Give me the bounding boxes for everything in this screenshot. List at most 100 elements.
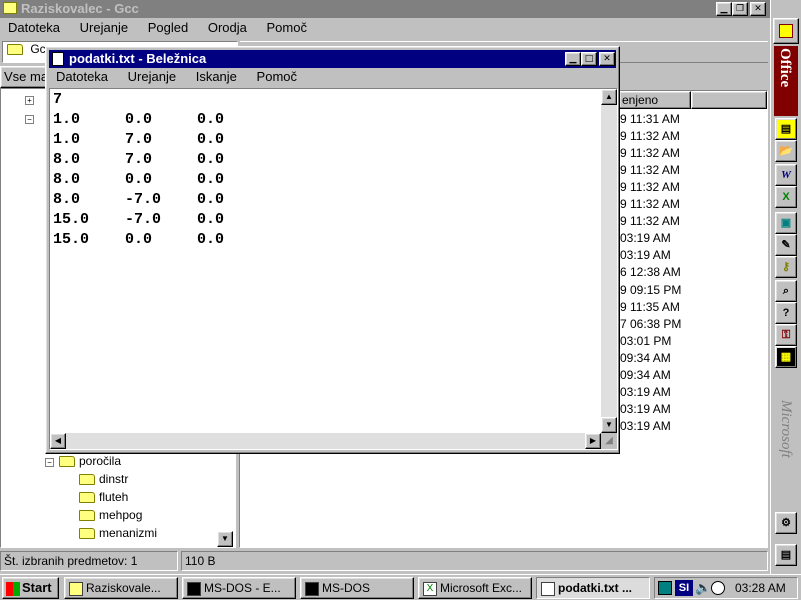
explorer-menu-bar: Datoteka Urejanje Pogled Orodja Pomoč — [8, 20, 323, 38]
task-notepad[interactable]: podatki.txt ... — [536, 577, 650, 599]
vertical-scrollbar[interactable]: ▲ ▼ — [601, 89, 617, 433]
notepad-content[interactable]: 7 1.0 0.0 0.0 1.0 7.0 0.0 8.0 7.0 0.0 8.0 0.… — [53, 90, 593, 428]
explorer-title: Raziskovalec - Gcc — [21, 1, 139, 16]
list-item-modified[interactable]: 03:01 PM — [620, 333, 671, 350]
tree-header-label: Vse ma — [4, 69, 49, 84]
close-button[interactable]: ✕ — [599, 52, 615, 66]
access-icon[interactable]: ⚿ — [775, 324, 797, 346]
language-indicator[interactable]: SI — [675, 580, 693, 596]
list-item-modified[interactable]: 9 11:32 AM — [620, 128, 680, 145]
new-document-icon[interactable]: ▤ — [775, 118, 797, 140]
list-item-modified[interactable]: 9 09:15 PM — [620, 282, 681, 299]
powerpoint-icon[interactable]: ▦ — [775, 346, 797, 368]
tree-item-menanizmi[interactable]: menanizmi — [79, 525, 157, 542]
list-item-modified[interactable]: 03:19 AM — [620, 230, 671, 247]
key-icon[interactable]: ⚷ — [775, 256, 797, 278]
tree-expander-2[interactable]: − — [25, 115, 34, 124]
office-logo-icon — [779, 24, 793, 38]
folder-icon — [79, 492, 95, 504]
tree-item-mehpog[interactable]: mehpog — [79, 507, 142, 524]
office-tools-icon[interactable]: ⚙ — [775, 512, 797, 534]
list-item-modified[interactable]: 9 11:32 AM — [620, 213, 680, 230]
list-item-modified[interactable]: 9 11:31 AM — [620, 111, 680, 128]
binder-icon[interactable]: ✎ — [775, 234, 797, 256]
scroll-right-arrow[interactable]: ▶ — [585, 433, 601, 449]
menu-iskanje[interactable]: Iskanje — [196, 69, 237, 85]
tree-expander[interactable]: − — [45, 458, 54, 467]
column-header-label: enjeno — [622, 93, 659, 107]
text-line: 1.0 7.0 0.0 — [53, 131, 225, 148]
excel-icon[interactable]: X — [775, 186, 797, 208]
word-icon[interactable]: W — [775, 164, 797, 186]
column-header-modified[interactable]: enjeno — [619, 91, 691, 109]
status-selected-text: Št. izbranih predmetov: 1 — [4, 554, 138, 568]
task-msdos[interactable]: MS-DOS — [300, 577, 414, 599]
scroll-up-arrow[interactable]: ▲ — [601, 89, 617, 105]
explorer-icon — [69, 581, 83, 596]
scroll-down-arrow[interactable]: ▼ — [601, 417, 617, 433]
minimize-button[interactable]: ▁ — [716, 2, 732, 16]
menu-orodja[interactable]: Orodja — [208, 20, 247, 36]
tree-label: mehpog — [99, 508, 143, 522]
task-excel[interactable]: X Microsoft Exc... — [418, 577, 532, 599]
open-document-icon[interactable]: 📂 — [775, 140, 797, 162]
office-bar-menu-icon[interactable]: ▤ — [775, 544, 797, 566]
list-item-modified[interactable]: 9 11:35 AM — [620, 299, 680, 316]
network-icon[interactable] — [658, 581, 672, 595]
list-item-modified[interactable]: 03:19 AM — [620, 418, 671, 435]
menu-urejanje[interactable]: Urejanje — [80, 20, 128, 36]
folder-icon — [3, 2, 17, 14]
list-item-modified[interactable]: 9 11:32 AM — [620, 196, 680, 213]
answer-wizard-icon[interactable]: ? — [775, 302, 797, 324]
text-line: 1.0 0.0 0.0 — [53, 111, 225, 128]
list-item-modified[interactable]: 09:34 AM — [620, 350, 671, 367]
scroll-down-arrow[interactable]: ▼ — [217, 531, 233, 547]
tree-label: menanizmi — [99, 526, 158, 540]
task-raziskovalec[interactable]: Raziskovale... — [64, 577, 178, 599]
schedule-icon[interactable]: ▣ — [775, 212, 797, 234]
list-item-modified[interactable]: 9 11:32 AM — [620, 145, 680, 162]
notepad-title-bar[interactable]: podatki.txt - Beležnica ▁ □ ✕ — [49, 50, 616, 68]
list-item-modified[interactable]: 6 12:38 AM — [620, 264, 681, 281]
scroll-left-arrow[interactable]: ◀ — [50, 433, 66, 449]
menu-datoteka[interactable]: Datoteka — [56, 69, 108, 85]
menu-pogled[interactable]: Pogled — [148, 20, 188, 36]
maximize-button[interactable]: □ — [581, 52, 597, 66]
tree-item-fluteh[interactable]: fluteh — [79, 489, 128, 506]
office-label: Office — [777, 48, 793, 88]
text-line: 8.0 0.0 0.0 — [53, 171, 225, 188]
menu-datoteka[interactable]: Datoteka — [8, 20, 60, 36]
start-button[interactable]: Start — [2, 577, 59, 599]
find-icon[interactable]: ⌕ — [775, 280, 797, 302]
close-button[interactable]: ✕ — [750, 2, 766, 16]
text-line: 15.0 0.0 0.0 — [53, 231, 225, 248]
horizontal-scrollbar[interactable]: ◀ ▶ — [50, 433, 601, 449]
volume-icon[interactable]: 🔈 — [695, 580, 711, 596]
clock[interactable]: 03:28 AM — [735, 580, 786, 596]
list-item-modified[interactable]: 7 06:38 PM — [620, 316, 681, 333]
list-item-modified[interactable]: 9 11:32 AM — [620, 179, 680, 196]
menu-urejanje[interactable]: Urejanje — [128, 69, 176, 85]
list-item-modified[interactable]: 9 11:32 AM — [620, 162, 680, 179]
list-item-modified[interactable]: 03:19 AM — [620, 401, 671, 418]
explorer-title-bar[interactable]: Raziskovalec - Gcc ▁ ❐ ✕ — [0, 0, 770, 18]
tree-item-dinstr[interactable]: dinstr — [79, 471, 128, 488]
task-msdos-e[interactable]: MS-DOS - E... — [182, 577, 296, 599]
menu-pomoc[interactable]: Pomoč — [266, 20, 306, 36]
office-logo-button[interactable] — [773, 18, 799, 44]
list-item-modified[interactable]: 03:19 AM — [620, 384, 671, 401]
tree-expander-1[interactable]: + — [25, 96, 34, 105]
scheduler-icon[interactable] — [711, 581, 725, 595]
size-grip[interactable]: ◢ — [601, 433, 617, 449]
restore-button[interactable]: ❐ — [732, 2, 748, 16]
notepad-window: podatki.txt - Beležnica ▁ □ ✕ Datoteka U… — [45, 46, 620, 454]
notepad-text-area[interactable]: 7 1.0 0.0 0.0 1.0 7.0 0.0 8.0 7.0 0.0 8.0 0.… — [49, 88, 618, 450]
microsoft-label: Microsoft — [778, 400, 794, 458]
open-folder-icon — [59, 456, 75, 468]
tree-item-porocila[interactable]: − poročila — [45, 453, 121, 470]
list-item-modified[interactable]: 03:19 AM — [620, 247, 671, 264]
list-item-modified[interactable]: 09:34 AM — [620, 367, 671, 384]
msdos-icon — [187, 581, 201, 596]
minimize-button[interactable]: ▁ — [565, 52, 581, 66]
menu-pomoc[interactable]: Pomoč — [257, 69, 297, 85]
